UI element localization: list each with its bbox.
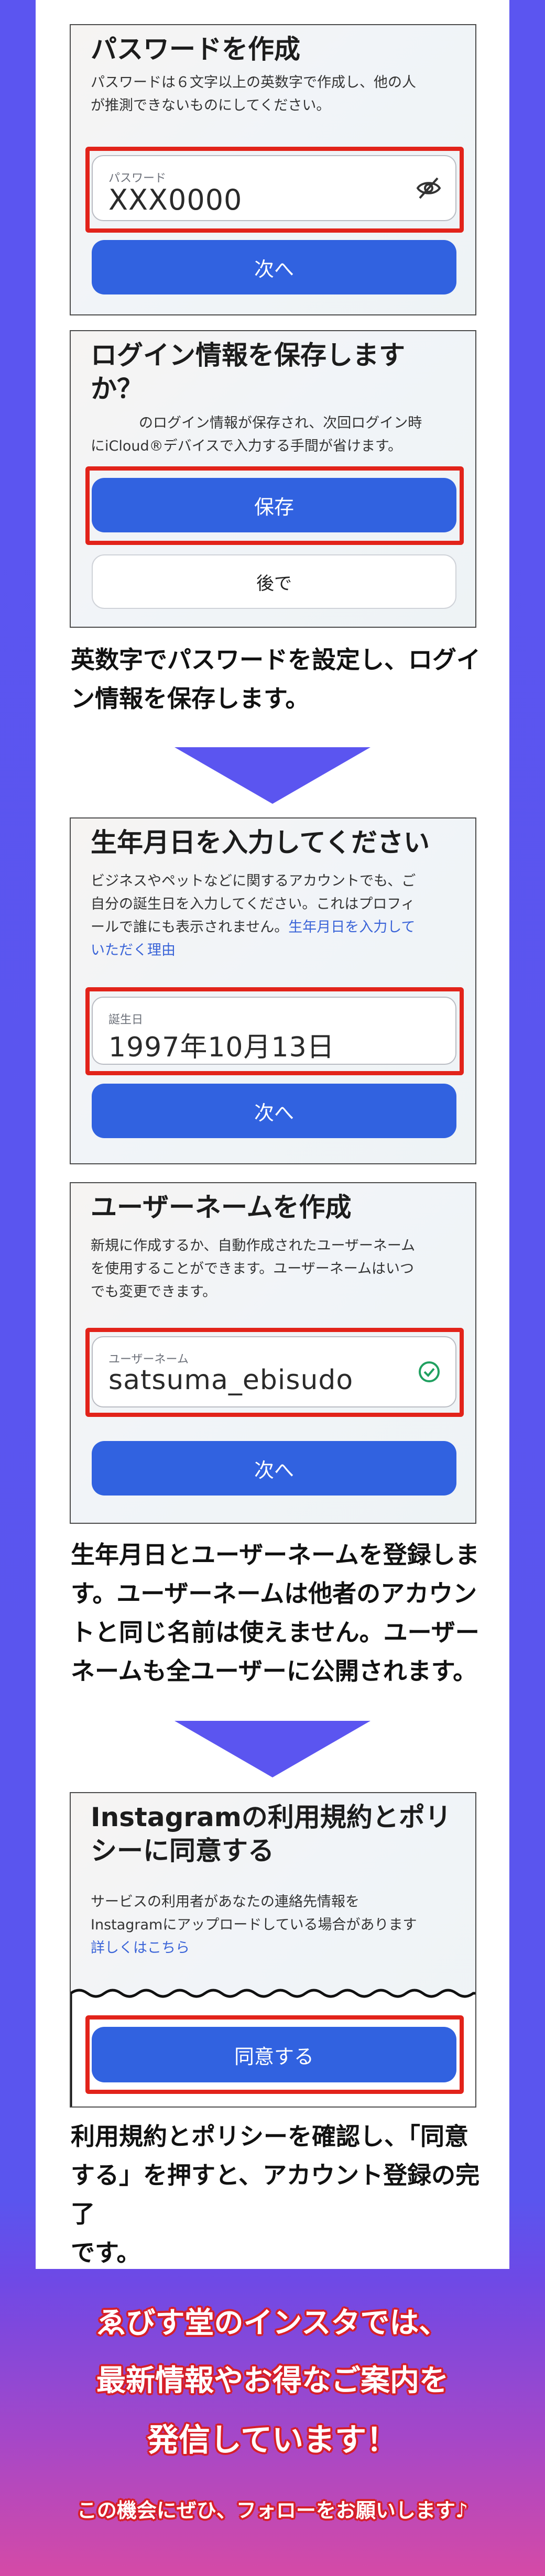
birthday-card: 生年月日を入力してください ビジネスやペットなどに関するアカウントでも、ご 自分…: [70, 817, 476, 1164]
instruction-caption: 利用規約とポリシーを確認し、「同意 する」を押すと、アカウント登録の完了 です。: [71, 2122, 480, 2267]
birthday-title: 生年月日を入力してください: [91, 827, 430, 858]
birthday-reason-link-cont[interactable]: いただく理由: [91, 939, 452, 962]
down-arrow-icon: [175, 747, 370, 804]
birthday-reason-link[interactable]: 生年月日を入力して: [288, 919, 415, 935]
promo-line-4: この機会にぜひ、フォローをお願いします♪: [77, 2499, 468, 2522]
password-description: パスワードは６文字以上の英数字で作成し、他の人 が推測できないものにしてください…: [91, 74, 416, 114]
password-card: パスワードを作成 パスワードは６文字以上の英数字で作成し、他の人 が推測できない…: [70, 24, 476, 315]
save-login-title: ログイン情報を保存します か？: [91, 340, 405, 404]
promo-line-3: 発信しています！: [147, 2422, 398, 2459]
promo-line-1: ゑびす堂のインスタでは、: [96, 2306, 449, 2340]
username-description: 新規に作成するか、自動作成されたユーザーネーム を使用することができます。ユーザ…: [91, 1238, 416, 1300]
instruction-caption: 生年月日とユーザーネームを登録しま す。ユーザーネームは他者のアカウン トと同じ…: [71, 1541, 479, 1685]
highlight-frame: [85, 466, 464, 545]
terms-card: Instagramの利用規約とポリ シーに同意する サービスの利用者があなたの連…: [70, 1792, 476, 2108]
highlight-frame: [85, 987, 464, 1075]
highlight-frame: [85, 1328, 464, 1417]
next-button[interactable]: 次へ: [92, 1084, 456, 1138]
details-link[interactable]: 詳しくはこちら: [91, 1940, 190, 1956]
password-title: パスワードを作成: [91, 34, 300, 64]
terms-description: サービスの利用者があなたの連絡先情報を Instagramにアップロードしている…: [91, 1894, 417, 1956]
highlight-frame: [85, 2015, 464, 2094]
save-login-description: のログイン情報が保存され、次回ログイン時 にiCloud®デバイスで入力する手間…: [91, 415, 422, 454]
next-button[interactable]: 次へ: [92, 1441, 456, 1496]
promo-line-2: 最新情報やお得なご案内を: [96, 2364, 449, 2398]
highlight-frame: [85, 147, 464, 233]
instruction-caption: 英数字でパスワードを設定し、ログイ ン情報を保存します。: [71, 646, 481, 713]
next-button[interactable]: 次へ: [92, 240, 456, 294]
username-card: ユーザーネームを作成 新規に作成するか、自動作成されたユーザーネーム を使用する…: [70, 1182, 476, 1524]
username-title: ユーザーネームを作成: [91, 1192, 352, 1222]
birthday-description: ビジネスやペットなどに関するアカウントでも、ご 自分の誕生日を入力してください。…: [91, 870, 452, 962]
down-arrow-icon: [175, 1721, 370, 1777]
save-login-card: ログイン情報を保存します か？ のログイン情報が保存され、次回ログイン時 にiC…: [70, 330, 476, 628]
later-button[interactable]: 後で: [92, 554, 456, 609]
terms-title: Instagramの利用規約とポリ シーに同意する: [91, 1802, 451, 1866]
